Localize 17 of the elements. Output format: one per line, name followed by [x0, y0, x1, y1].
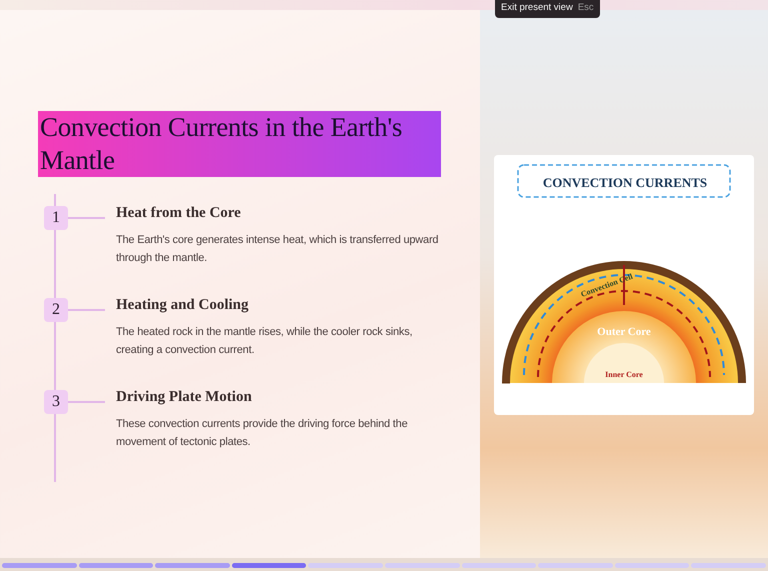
diagram-title: CONVECTION CURRENTS [542, 175, 708, 190]
step-heading: Heating and Cooling [116, 297, 250, 313]
step-number: 2 [44, 298, 68, 322]
step-number: 3 [44, 390, 68, 414]
diagram-label: Inner Core [605, 370, 643, 379]
step-description: These convection currents provide the driving force behind the movement of tectonic plates. [116, 417, 408, 450]
step-number: 1 [44, 206, 68, 230]
progress-segment[interactable] [78, 563, 154, 568]
shortcut-key: Esc [578, 2, 594, 13]
slide-title: Convection Currents in the Earth's Mantle [38, 111, 441, 177]
diagram-label: Outer Core [597, 326, 651, 338]
step-description: The Earth's core generates intense heat, which is transferred upward through the mantle. [116, 233, 440, 266]
step-heading: Heat from the Core [116, 205, 242, 221]
step-description: The heated rock in the mantle rises, while the cooler rock sinks, creating a convection current. [116, 325, 414, 358]
step-heading: Driving Plate Motion [116, 389, 253, 405]
progress-segment[interactable] [232, 563, 306, 568]
tooltip-label: Exit present view [501, 2, 573, 13]
